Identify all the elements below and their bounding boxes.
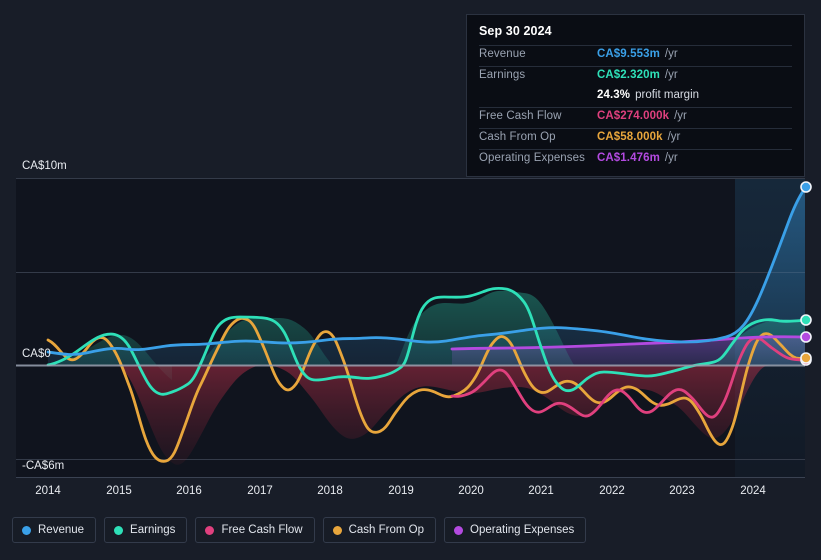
tooltip-row-free-cash-flow: Free Cash Flow CA$274.000k /yr — [479, 107, 792, 128]
tooltip-unit-cash-from-op: /yr — [667, 131, 681, 143]
tooltip-row-profit-margin: 24.3% profit margin — [479, 87, 792, 107]
x-tick-2014: 2014 — [35, 485, 61, 497]
data-tooltip: Sep 30 2024 Revenue CA$9.553m /yr Earnin… — [466, 14, 805, 177]
tooltip-label-cash-from-op: Cash From Op — [479, 131, 556, 143]
x-tick-2023: 2023 — [669, 485, 695, 497]
tooltip-label-free-cash-flow: Free Cash Flow — [479, 110, 562, 122]
legend-dot-cash-from-op-icon — [332, 525, 342, 535]
tooltip-unit-revenue: /yr — [664, 48, 678, 60]
x-tick-2024: 2024 — [740, 485, 766, 497]
legend-dot-free-cash-flow-icon — [205, 525, 215, 535]
legend-label-earnings: Earnings — [130, 524, 176, 536]
legend-item-operating-expenses[interactable]: Operating Expenses — [444, 517, 587, 543]
x-tick-2018: 2018 — [317, 485, 343, 497]
endpoint-revenue — [800, 181, 812, 193]
tooltip-unit-earnings: /yr — [664, 69, 678, 81]
legend-dot-revenue-icon — [22, 525, 31, 535]
endpoint-operating-expenses — [800, 331, 812, 343]
tooltip-value-operating-expenses: CA$1.476m — [597, 152, 660, 164]
tooltip-value-revenue: CA$9.553m — [597, 48, 660, 60]
tooltip-row-operating-expenses: Operating Expenses CA$1.476m /yr — [479, 149, 792, 170]
legend-dot-operating-expenses-icon — [454, 525, 464, 535]
tooltip-label-earnings: Earnings — [479, 69, 526, 81]
tooltip-value-cash-from-op: CA$58.000k — [597, 131, 663, 143]
y-axis-label-bottom: -CA$6m — [22, 460, 65, 472]
x-tick-2016: 2016 — [176, 485, 202, 497]
tooltip-value-profit-margin: 24.3% — [597, 89, 631, 101]
legend-label-revenue: Revenue — [38, 524, 85, 536]
y-axis-label-zero: CA$0 — [22, 348, 51, 360]
x-tick-2021: 2021 — [528, 485, 554, 497]
tooltip-label-operating-expenses: Operating Expenses — [479, 152, 586, 164]
x-tick-2015: 2015 — [106, 485, 132, 497]
tooltip-date: Sep 30 2024 — [479, 24, 552, 38]
tooltip-sub-profit-margin: profit margin — [635, 89, 700, 101]
tooltip-unit-free-cash-flow: /yr — [674, 110, 687, 122]
y-axis-label-top: CA$10m — [22, 160, 67, 172]
legend-label-cash-from-op: Cash From Op — [348, 524, 425, 536]
tooltip-row-revenue: Revenue CA$9.553m /yr — [479, 45, 792, 66]
tooltip-value-earnings: CA$2.320m — [597, 69, 660, 81]
legend-item-free-cash-flow[interactable]: Free Cash Flow — [195, 517, 315, 543]
legend-dot-earnings-icon — [114, 525, 124, 535]
tooltip-row-cash-from-op: Cash From Op CA$58.000k /yr — [479, 128, 792, 149]
financial-chart: CA$10m CA$0 -CA$6m 2014 2015 2016 2017 2… — [0, 0, 821, 560]
x-tick-2017: 2017 — [247, 485, 273, 497]
tooltip-value-free-cash-flow: CA$274.000k — [597, 110, 670, 122]
legend-item-earnings[interactable]: Earnings — [104, 517, 188, 543]
x-tick-2022: 2022 — [599, 485, 625, 497]
endpoint-cash-from-op — [800, 352, 812, 364]
plot-background — [16, 178, 805, 478]
chart-legend: Revenue Earnings Free Cash Flow Cash Fro… — [12, 517, 587, 543]
x-tick-2020: 2020 — [458, 485, 484, 497]
endpoint-earnings — [800, 314, 812, 326]
legend-item-cash-from-op[interactable]: Cash From Op — [322, 517, 437, 543]
legend-item-revenue[interactable]: Revenue — [12, 517, 97, 543]
tooltip-row-earnings: Earnings CA$2.320m /yr — [479, 66, 792, 87]
legend-label-free-cash-flow: Free Cash Flow — [221, 524, 303, 536]
tooltip-unit-operating-expenses: /yr — [664, 152, 678, 164]
tooltip-label-revenue: Revenue — [479, 48, 526, 60]
legend-label-operating-expenses: Operating Expenses — [470, 524, 575, 536]
x-tick-2019: 2019 — [388, 485, 414, 497]
